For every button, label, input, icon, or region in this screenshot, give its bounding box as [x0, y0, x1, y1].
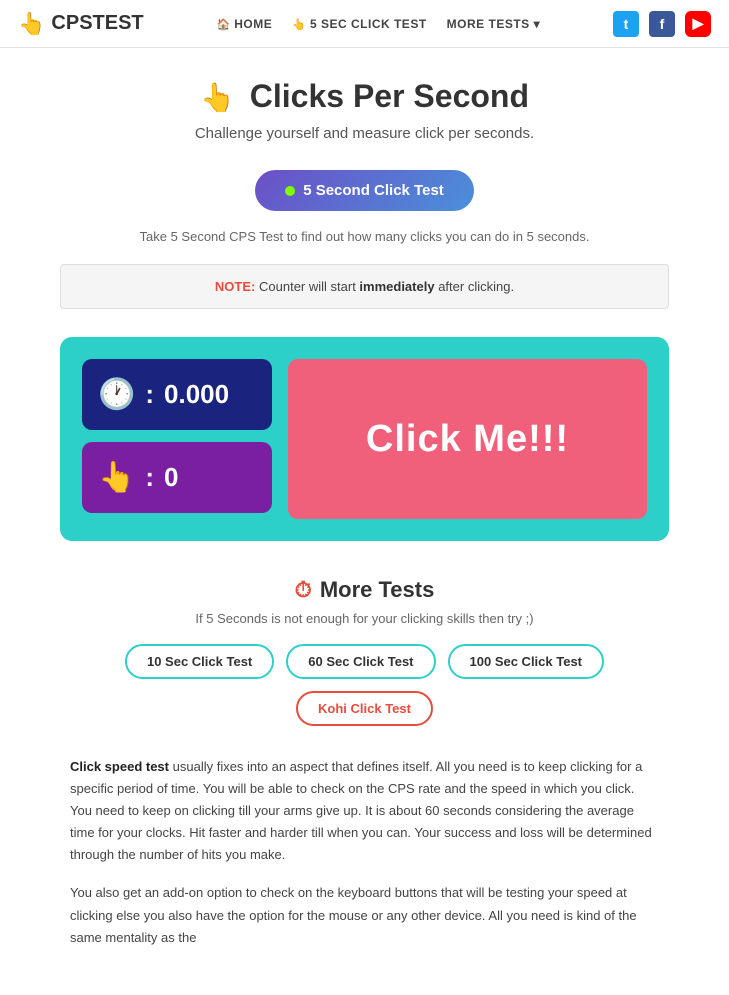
- title-text: Clicks Per Second: [250, 78, 529, 114]
- nav-home-link[interactable]: HOME: [216, 17, 272, 31]
- test-links: 10 Sec Click Test 60 Sec Click Test 100 …: [60, 644, 669, 726]
- timer-icon: 🕐: [98, 377, 135, 412]
- navbar: 👆 CPSTEST HOME 5 SEC CLICK TEST MORE TES…: [0, 0, 729, 48]
- timer-separator: :: [145, 379, 154, 410]
- article-para2: You also get an add-on option to check o…: [70, 882, 659, 948]
- test-link-kohi[interactable]: Kohi Click Test: [296, 691, 433, 726]
- facebook-icon[interactable]: f: [649, 11, 675, 37]
- article-para1-rest: usually fixes into an aspect that define…: [70, 759, 652, 862]
- article-para1: Click speed test usually fixes into an a…: [70, 756, 659, 866]
- nav-click-link[interactable]: 5 SEC CLICK TEST: [292, 17, 426, 31]
- click-area: 🕐 : 0.000 👆 : 0 Click Me!!!: [60, 337, 669, 541]
- more-tests-title: ⏱ More Tests: [60, 577, 669, 603]
- test-link-10sec[interactable]: 10 Sec Click Test: [125, 644, 274, 679]
- note-box: NOTE: Counter will start immediately aft…: [60, 264, 669, 309]
- click-separator: :: [145, 462, 154, 493]
- page-subtitle: Challenge yourself and measure click per…: [60, 125, 669, 142]
- page-title: 👆 Clicks Per Second: [60, 78, 669, 115]
- social-icons: t f ▶: [613, 11, 711, 37]
- click-me-button[interactable]: Click Me!!!: [288, 359, 647, 519]
- cta-label: 5 Second Click Test: [303, 182, 444, 199]
- brand-name: CPSTEST: [51, 12, 143, 35]
- stats-column: 🕐 : 0.000 👆 : 0: [82, 359, 272, 519]
- note-label: NOTE:: [215, 279, 255, 294]
- timer-box: 🕐 : 0.000: [82, 359, 272, 430]
- article-para1-bold: Click speed test: [70, 759, 169, 774]
- brand-logo[interactable]: 👆 CPSTEST: [18, 11, 144, 37]
- youtube-icon[interactable]: ▶: [685, 11, 711, 37]
- note-after: after clicking.: [438, 279, 514, 294]
- cta-description: Take 5 Second CPS Test to find out how m…: [60, 229, 669, 244]
- brand-icon: 👆: [18, 11, 45, 37]
- cta-button[interactable]: 5 Second Click Test: [255, 170, 474, 211]
- timer-value: 0.000: [164, 379, 229, 410]
- click-value: 0: [164, 462, 178, 493]
- note-text: Counter will start: [259, 279, 359, 294]
- clicks-box: 👆 : 0: [82, 442, 272, 513]
- twitter-icon[interactable]: t: [613, 11, 639, 37]
- title-icon: 👆: [200, 82, 235, 113]
- article-section: Click speed test usually fixes into an a…: [60, 756, 669, 949]
- nav-more-link[interactable]: MORE TESTS: [447, 17, 541, 31]
- note-immediate: immediately: [359, 279, 434, 294]
- main-content: 👆 Clicks Per Second Challenge yourself a…: [0, 48, 729, 995]
- test-link-60sec[interactable]: 60 Sec Click Test: [286, 644, 435, 679]
- more-tests-section: ⏱ More Tests If 5 Seconds is not enough …: [60, 577, 669, 726]
- nav-links: HOME 5 SEC CLICK TEST MORE TESTS: [216, 17, 540, 31]
- more-tests-icon: ⏱: [295, 577, 312, 603]
- cta-dot: [285, 186, 295, 196]
- more-tests-subtitle: If 5 Seconds is not enough for your clic…: [60, 611, 669, 626]
- more-tests-title-text: More Tests: [320, 577, 435, 603]
- test-link-100sec[interactable]: 100 Sec Click Test: [448, 644, 605, 679]
- click-count-icon: 👆: [98, 460, 135, 495]
